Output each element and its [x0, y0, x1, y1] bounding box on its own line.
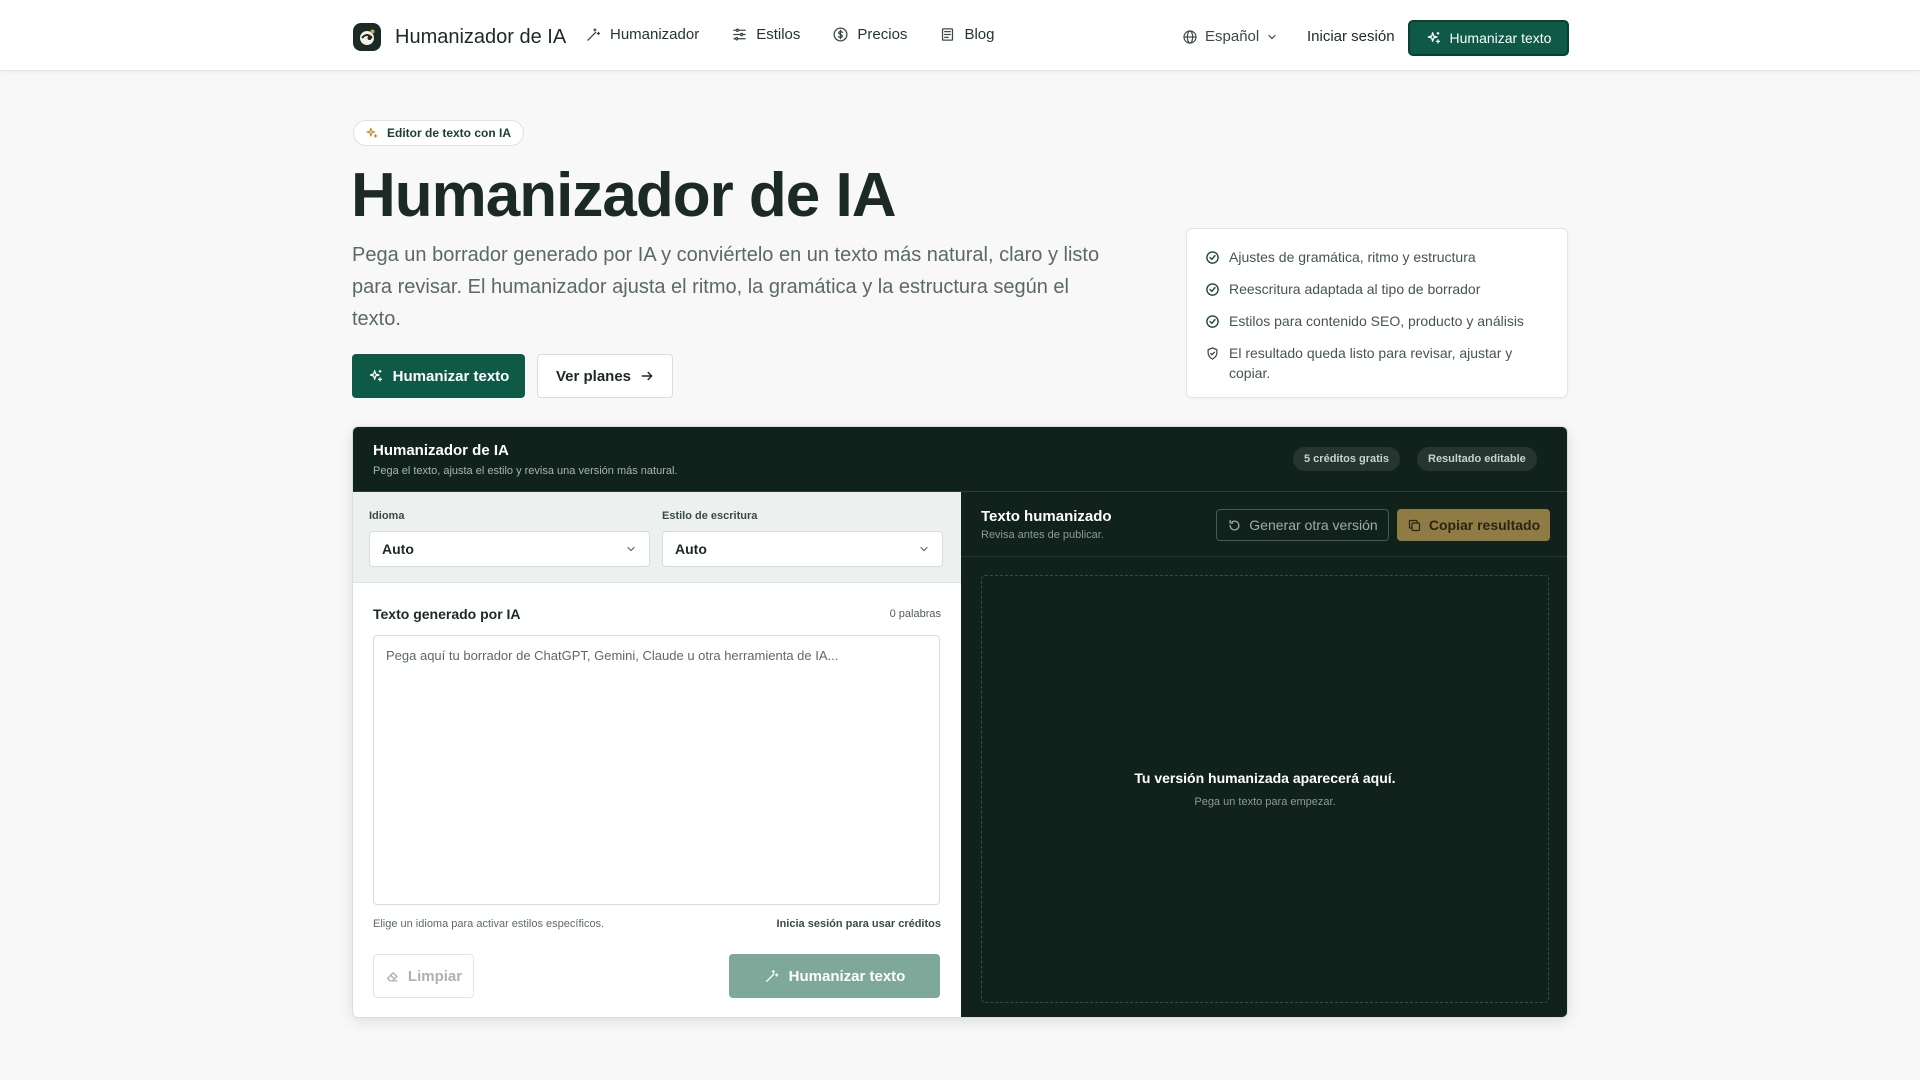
- nav-blog[interactable]: Blog: [939, 26, 994, 43]
- sparkles-icon: [1427, 32, 1440, 44]
- feature-text: Estilos para contenido SEO, producto y a…: [1229, 313, 1524, 329]
- credits-badge: 5 créditos gratis: [1293, 447, 1400, 471]
- view-plans-label: Ver planes: [555, 367, 632, 385]
- humanize-submit-label: Humanizar texto: [788, 967, 906, 985]
- feature-text: Reescritura adaptada al tipo de borrador: [1229, 281, 1481, 297]
- sparkles-icon: [366, 127, 378, 138]
- humanizer-tool: Humanizador de IA Pega el texto, ajusta …: [352, 426, 1568, 1018]
- brand[interactable]: Humanizador de IA: [353, 23, 566, 51]
- magic-wand-icon: [587, 28, 601, 41]
- copy-result-label: Copiar resultado: [1428, 517, 1541, 533]
- tool-header: Humanizador de IA Pega el texto, ajusta …: [353, 427, 1567, 492]
- clear-button[interactable]: Limpiar: [373, 954, 474, 998]
- hero-humanize-button[interactable]: Humanizar texto: [352, 354, 525, 398]
- language-select[interactable]: Español: [1182, 28, 1278, 45]
- refresh-icon: [1229, 519, 1240, 531]
- input-title: Texto generado por IA: [373, 606, 521, 622]
- feature-text: El resultado queda listo para revisar, a…: [1229, 345, 1513, 381]
- header-humanize-button[interactable]: Humanizar texto: [1408, 20, 1569, 56]
- empty-state-subtitle: Pega un texto para empezar.: [1194, 796, 1336, 808]
- input-pane: Idioma Auto Estilo de escritura Auto Tex…: [353, 492, 961, 1017]
- page-title: Humanizador de IA: [351, 161, 897, 230]
- nav-estilos[interactable]: Estilos: [731, 26, 800, 43]
- tool-subtitle: Pega el texto, ajusta el estilo y revisa…: [373, 465, 678, 477]
- regenerate-label: Generar otra versión: [1249, 517, 1378, 533]
- nav-humanizador[interactable]: Humanizador: [585, 26, 699, 43]
- features-card: Ajustes de gramática, ritmo y estructura…: [1186, 228, 1568, 398]
- feature-item: Reescritura adaptada al tipo de borrador: [1205, 279, 1549, 299]
- feature-item: Ajustes de gramática, ritmo y estructura: [1205, 247, 1549, 267]
- clear-label: Limpiar: [407, 967, 463, 985]
- copy-icon: [1408, 519, 1420, 531]
- feature-item: Estilos para contenido SEO, producto y a…: [1205, 311, 1549, 331]
- dollar-circle-icon: [833, 27, 848, 42]
- sparkles-icon: [369, 370, 382, 382]
- eraser-icon: [386, 971, 398, 981]
- style-option-label: Estilo de escritura: [662, 510, 758, 522]
- style-dropdown-value: Auto: [675, 541, 707, 557]
- hero-description: Pega un borrador generado por IA y convi…: [352, 244, 1100, 330]
- chevron-down-icon: [920, 546, 928, 552]
- brand-name: Humanizador de IA: [395, 25, 567, 48]
- magic-wand-icon: [765, 970, 778, 982]
- newspaper-icon: [942, 28, 954, 41]
- output-header: Texto humanizado Revisa antes de publica…: [961, 492, 1567, 557]
- output-area: Tu versión humanizada aparecerá aquí. Pe…: [981, 575, 1549, 1003]
- style-dropdown[interactable]: Auto: [662, 531, 943, 567]
- chevron-down-icon: [1268, 34, 1276, 39]
- hero-humanize-label: Humanizar texto: [392, 367, 510, 385]
- nav-estilos-label: Estilos: [756, 26, 801, 43]
- chevron-down-icon: [627, 546, 635, 552]
- language-dropdown[interactable]: Auto: [369, 531, 650, 567]
- tool-title: Humanizador de IA: [373, 442, 509, 459]
- feature-text: Ajustes de gramática, ritmo y estructura: [1229, 249, 1476, 265]
- shield-check-icon: [1207, 347, 1218, 360]
- nav-precios-label: Precios: [857, 26, 908, 43]
- check-circle-icon: [1206, 283, 1219, 296]
- sliders-icon: [733, 28, 747, 41]
- login-for-credits-link[interactable]: Inicia sesión para usar créditos: [777, 918, 941, 930]
- humanize-submit-button[interactable]: Humanizar texto: [729, 954, 940, 998]
- nav-blog-label: Blog: [964, 26, 995, 43]
- view-plans-button[interactable]: Ver planes: [537, 354, 673, 398]
- check-circle-icon: [1206, 315, 1219, 328]
- output-pane: Texto humanizado Revisa antes de publica…: [961, 492, 1567, 1017]
- language-dropdown-value: Auto: [382, 541, 414, 557]
- hero-badge-label: Editor de texto con IA: [387, 126, 512, 140]
- top-navbar: Humanizador de IA Humanizador Estilos Pr…: [0, 0, 1920, 71]
- main-nav: Humanizador Estilos Precios Blog: [585, 26, 994, 43]
- nav-precios[interactable]: Precios: [832, 26, 907, 43]
- output-subtitle: Revisa antes de publicar.: [981, 529, 1104, 541]
- feature-item: El resultado queda listo para revisar, a…: [1205, 343, 1549, 383]
- editable-badge: Resultado editable: [1417, 447, 1537, 471]
- copy-result-button[interactable]: Copiar resultado: [1397, 509, 1550, 541]
- options-bar: Idioma Auto Estilo de escritura Auto: [353, 492, 961, 583]
- login-link[interactable]: Iniciar sesión: [1307, 28, 1395, 45]
- check-circle-icon: [1206, 251, 1219, 264]
- brand-logo-icon: [353, 23, 381, 51]
- output-title: Texto humanizado: [981, 508, 1112, 525]
- language-option-label: Idioma: [369, 510, 405, 522]
- language-hint: Elige un idioma para activar estilos esp…: [373, 918, 605, 930]
- globe-icon: [1183, 29, 1197, 44]
- word-count: 0 palabras: [889, 608, 941, 620]
- language-label: Español: [1205, 28, 1260, 45]
- hero-badge: Editor de texto con IA: [353, 120, 525, 146]
- ai-text-input[interactable]: [373, 635, 940, 905]
- regenerate-button[interactable]: Generar otra versión: [1216, 509, 1389, 541]
- nav-humanizador-label: Humanizador: [610, 26, 700, 43]
- header-humanize-label: Humanizar texto: [1449, 30, 1552, 46]
- empty-state-title: Tu versión humanizada aparecerá aquí.: [1134, 770, 1396, 786]
- arrow-right-icon: [641, 371, 653, 381]
